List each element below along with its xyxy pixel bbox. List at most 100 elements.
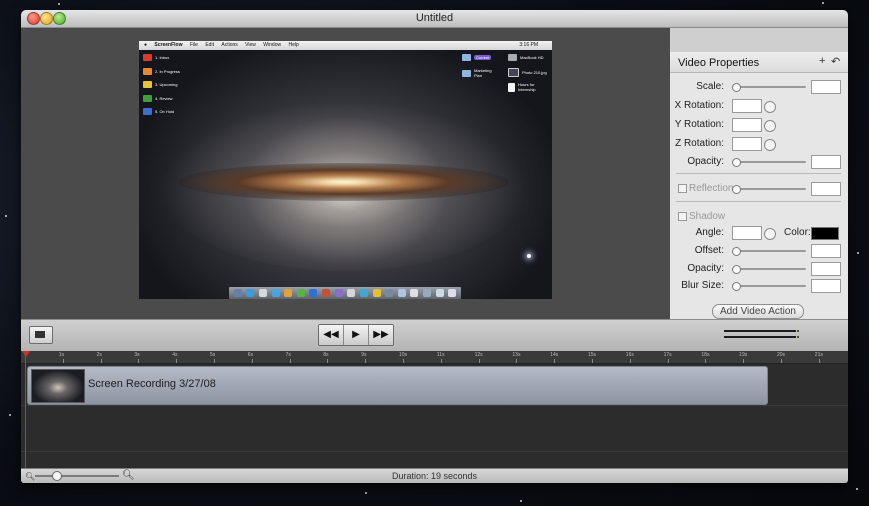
blur-size-row: Blur Size: [670,278,848,294]
video-clip[interactable]: Screen Recording 3/27/08 [27,366,768,405]
desktop-folder: Current [462,54,492,61]
slider-knob[interactable] [732,282,741,291]
reflection-row: Reflection [670,181,848,197]
slider-knob[interactable] [732,265,741,274]
dock-app-icon [448,289,457,297]
scale-slider[interactable] [732,83,806,92]
ruler-tick-label: 12s [474,352,483,358]
offset-field[interactable] [811,244,841,258]
angle-field[interactable] [732,226,762,240]
slider-knob[interactable] [732,185,741,194]
rewind-button[interactable]: ◀◀ [319,325,344,345]
ruler-tick [403,359,404,363]
monitor-icon [35,331,45,338]
shadow-color-well[interactable] [811,227,839,240]
blur-size-field[interactable] [811,279,841,293]
ruler-tick-label: 17s [663,352,672,358]
ruler-tick [743,359,745,363]
ruler-tick [705,359,707,363]
slider-knob[interactable] [732,247,741,256]
ruler-tick [365,359,367,363]
ruler-tick-label: 20s [777,352,786,358]
star [822,2,824,4]
reflection-slider[interactable] [732,185,806,194]
slider-knob[interactable] [732,158,741,167]
shadow-row: Shadow [670,209,848,225]
dock-app-icon [410,289,419,297]
y-rotation-field[interactable] [732,118,762,132]
slider-knob[interactable] [732,83,741,92]
reflection-checkbox[interactable] [678,184,687,193]
star [365,492,367,494]
folder-icon [143,108,152,115]
scale-field[interactable] [811,80,841,94]
timeline-ruler[interactable]: 1s 2s 3s 4s 5s 6s 7s 8s 9s 10s 11s 12s 13s 14s 15s 16s 1… [21,351,848,364]
ruler-tick-label: 8s [323,352,329,358]
ruler-tick-label: 3s [134,352,140,358]
dock-app-icon [309,289,318,297]
canvas-view-button[interactable] [29,326,53,344]
divider [676,173,841,174]
ruler-tick-label: 5s [210,352,216,358]
panel-toolbar [670,28,848,52]
opacity-field[interactable] [811,155,841,169]
panel-header: Video Properties + ↶ [670,52,848,73]
ruler-tick [100,359,102,363]
y-rotation-label: Y Rotation: [674,119,724,130]
folder-icon [143,68,152,75]
folder-icon [462,54,471,61]
ruler-tick-label: 1s [58,352,65,358]
shadow-opacity-slider[interactable] [732,265,806,274]
preview-canvas: ● ScreenFlow File Edit Actions View Wind… [21,28,670,319]
dock-app-icon [322,289,330,297]
z-rotation-row: Z Rotation: [670,136,848,152]
ruler-tick-label: 21s [814,352,823,358]
image-file-icon [508,68,519,77]
recorded-desktop-preview[interactable]: ● ScreenFlow File Edit Actions View Wind… [139,41,552,299]
opacity-slider[interactable] [732,158,806,167]
x-rotation-field[interactable] [732,99,762,113]
shadow-opacity-field[interactable] [811,262,841,276]
track-divider [21,451,848,452]
mac-menubar: ● ScreenFlow File Edit Actions View Wind… [139,41,552,50]
menubar-item: Edit [205,42,214,48]
y-rotation-dial[interactable] [764,120,776,132]
ruler-tick [781,359,782,363]
app-window: Untitled ● ScreenFlow File Edit Actions … [21,10,848,483]
playhead[interactable] [25,351,26,479]
menubar-clock: 3:16 PM [519,42,538,48]
desktop-folder: 2. In Progress [143,68,180,75]
ruler-tick-label: 19s [739,352,748,358]
fast-forward-icon: ▶▶ [373,329,389,340]
star [5,215,7,217]
ruler-tick [251,359,253,363]
reflection-field[interactable] [811,182,841,196]
scale-row: Scale: [670,79,848,95]
plus-icon[interactable]: + [819,55,825,67]
blur-size-slider[interactable] [732,282,806,291]
shadow-checkbox[interactable] [678,212,687,221]
audio-level-peak [797,336,799,338]
z-rotation-dial[interactable] [764,139,776,151]
z-rotation-field[interactable] [732,137,762,151]
star [857,252,859,254]
ruler-tick-label: 4s [172,352,178,358]
playhead-handle[interactable] [22,351,30,357]
x-rotation-dial[interactable] [764,101,776,113]
clip-label: Screen Recording 3/27/08 [88,378,216,390]
fast-forward-button[interactable]: ▶▶ [369,325,393,345]
star [58,3,60,5]
offset-slider[interactable] [732,247,806,256]
ruler-tick [554,359,556,363]
undo-icon[interactable]: ↶ [831,55,840,68]
y-rotation-row: Y Rotation: [670,117,848,133]
angle-dial[interactable] [764,228,776,240]
add-video-action-button[interactable]: Add Video Action [712,304,804,319]
desktop-folder: Marketing Plan [462,68,498,78]
z-rotation-label: Z Rotation: [675,138,724,149]
mac-dock [229,287,461,299]
x-rotation-label: X Rotation: [674,100,724,111]
clip-thumbnail [31,369,85,403]
play-button[interactable]: ▶ [344,325,369,345]
audio-level-peak [797,330,799,332]
